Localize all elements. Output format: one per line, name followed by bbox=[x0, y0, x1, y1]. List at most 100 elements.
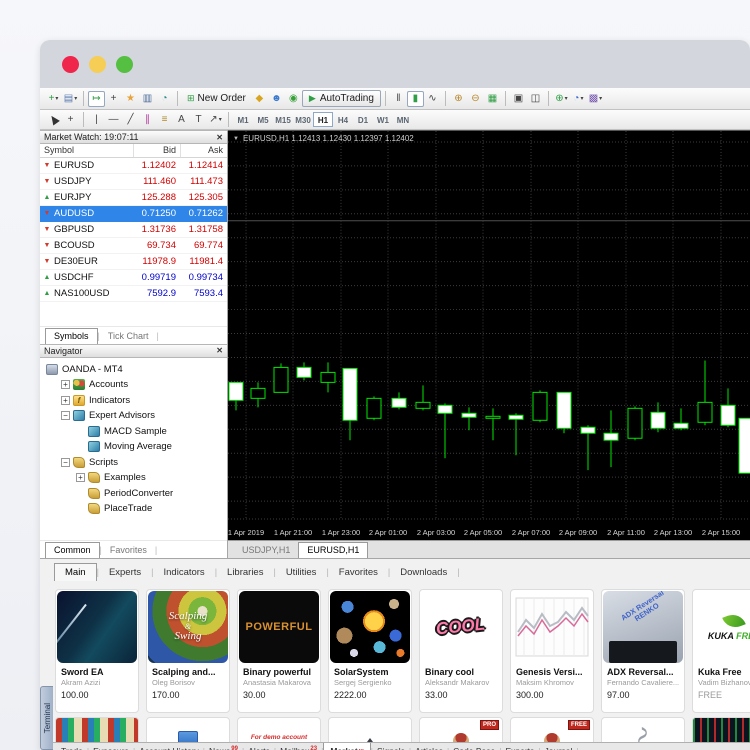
chart-tab-usdjpy-h1[interactable]: USDJPY,H1 bbox=[234, 543, 298, 558]
market-tab-indicators[interactable]: Indicators bbox=[154, 564, 215, 581]
dropdown-caret-icon[interactable]: ▾ bbox=[219, 117, 222, 123]
chart-dropdown-icon[interactable]: ▼ bbox=[233, 136, 239, 142]
symbol-row-nas100usd[interactable]: ▲NAS100USD7592.97593.4 bbox=[40, 286, 227, 302]
terminal-tab-market[interactable]: Market... bbox=[323, 743, 370, 750]
candlestick-chart-icon[interactable]: ▮ bbox=[407, 91, 424, 107]
tree-item-oanda-mt4[interactable]: OANDA - MT4 bbox=[40, 362, 227, 378]
strategy-tester-icon[interactable]: ◔ bbox=[156, 91, 173, 107]
minimize-button[interactable] bbox=[89, 56, 106, 73]
autotrading-button[interactable]: ▶AutoTrading bbox=[302, 90, 381, 107]
tree-item-examples[interactable]: +Examples bbox=[40, 470, 227, 486]
symbol-row-bcousd[interactable]: ▼BCOUSD69.73469.774 bbox=[40, 238, 227, 254]
product-card-kuka-free[interactable]: KUKA FREEKuka FreeVadim BizhanovFREE bbox=[692, 589, 750, 713]
tree-item-scripts[interactable]: −Scripts bbox=[40, 455, 227, 471]
templates-icon[interactable]: ▩▾ bbox=[587, 91, 604, 107]
close-icon[interactable]: ✕ bbox=[216, 133, 223, 142]
dropdown-caret-icon[interactable]: ▾ bbox=[55, 96, 58, 102]
terminal-tab-exposure[interactable]: Exposure bbox=[89, 743, 133, 750]
text-label-tool-icon[interactable]: T bbox=[190, 112, 207, 128]
market-tab-utilities[interactable]: Utilities bbox=[276, 564, 327, 581]
styles-bucket-icon[interactable]: ◆ bbox=[251, 91, 268, 107]
symbol-row-usdjpy[interactable]: ▼USDJPY111.460111.473 bbox=[40, 174, 227, 190]
timeframe-m30[interactable]: M30 bbox=[293, 112, 313, 127]
tree-item-macd-sample[interactable]: MACD Sample bbox=[40, 424, 227, 440]
symbol-row-audusd[interactable]: ▼AUDUSD0.712500.71262 bbox=[40, 206, 227, 222]
symbol-row-gbpusd[interactable]: ▼GBPUSD1.317361.31758 bbox=[40, 222, 227, 238]
tree-item-periodconverter[interactable]: PeriodConverter bbox=[40, 486, 227, 502]
fibonacci-tool-icon[interactable]: ≡ bbox=[156, 112, 173, 128]
close-icon[interactable]: ✕ bbox=[216, 346, 223, 355]
expand-icon[interactable]: + bbox=[61, 380, 70, 389]
tree-item-indicators[interactable]: +fIndicators bbox=[40, 393, 227, 409]
arrows-tool-icon[interactable]: ↗▾ bbox=[207, 112, 224, 128]
symbol-row-de30eur[interactable]: ▼DE30EUR11978.911981.4 bbox=[40, 254, 227, 270]
crosshair-mode-icon[interactable]: + bbox=[105, 91, 122, 107]
product-card-binary-cool[interactable]: COOLBinary coolAleksandr Makarov33.00 bbox=[419, 589, 503, 713]
symbol-row-usdchf[interactable]: ▲USDCHF0.997190.99734 bbox=[40, 270, 227, 286]
dropdown-caret-icon[interactable]: ▾ bbox=[599, 96, 602, 102]
close-button[interactable] bbox=[62, 56, 79, 73]
column-bid[interactable]: Bid bbox=[133, 144, 180, 157]
chart-window[interactable]: ▼ EURUSD,H1 1.12413 1.12430 1.12397 1.12… bbox=[228, 130, 750, 540]
text-tool-icon[interactable]: A bbox=[173, 112, 190, 128]
timeframe-m5[interactable]: M5 bbox=[253, 112, 273, 127]
periods-icon[interactable]: ◔▾ bbox=[570, 91, 587, 107]
line-chart-icon[interactable]: ∿ bbox=[424, 91, 441, 107]
timeframe-mn[interactable]: MN bbox=[393, 112, 413, 127]
tile-horizontal-icon[interactable]: ◫ bbox=[527, 91, 544, 107]
expand-icon[interactable]: + bbox=[76, 473, 85, 482]
dropdown-caret-icon[interactable]: ▾ bbox=[74, 96, 77, 102]
new-chart-icon[interactable]: +▾ bbox=[45, 91, 62, 107]
dropdown-caret-icon[interactable]: ▾ bbox=[580, 96, 583, 102]
candlestick-chart[interactable] bbox=[228, 131, 750, 540]
column-symbol[interactable]: Symbol bbox=[40, 144, 133, 157]
product-card-adx-reversal-[interactable]: ADX Reversal RENKOADX Reversal...Fernand… bbox=[601, 589, 685, 713]
terminal-tab-experts[interactable]: Experts bbox=[501, 743, 538, 750]
dropdown-caret-icon[interactable]: ▾ bbox=[565, 96, 568, 102]
crosshair-tool-icon[interactable]: + bbox=[62, 112, 79, 128]
chart-tab-eurusd-h1[interactable]: EURUSD,H1 bbox=[298, 542, 368, 558]
collapse-icon[interactable]: − bbox=[61, 458, 70, 467]
tree-item-expert-advisors[interactable]: −Expert Advisors bbox=[40, 408, 227, 424]
terminal-tab-alerts[interactable]: Alerts bbox=[244, 743, 274, 750]
terminal-tab-code-base[interactable]: Code Base bbox=[449, 743, 499, 750]
terminal-tab-trade[interactable]: Trade bbox=[57, 743, 87, 750]
cursor-tool-icon[interactable] bbox=[45, 112, 62, 128]
data-window-icon[interactable]: ▥ bbox=[139, 91, 156, 107]
product-card-genesis-versi-[interactable]: Genesis Versi...Maksim Khromov300.00 bbox=[510, 589, 594, 713]
timeframe-w1[interactable]: W1 bbox=[373, 112, 393, 127]
channel-tool-icon[interactable]: ∥ bbox=[139, 112, 156, 128]
community-user-icon[interactable]: ☻ bbox=[268, 91, 285, 107]
terminal-tab-journal[interactable]: Journal bbox=[541, 743, 577, 750]
product-card-binary-powerful[interactable]: POWERFULBinary powerfulAnastasia Makarov… bbox=[237, 589, 321, 713]
terminal-tab-account-history[interactable]: Account History bbox=[135, 743, 203, 750]
zoom-out-icon[interactable]: ⊖ bbox=[467, 91, 484, 107]
vertical-line-tool-icon[interactable]: | bbox=[88, 112, 105, 128]
terminal-side-tab[interactable]: Terminal bbox=[40, 686, 53, 750]
market-tab-libraries[interactable]: Libraries bbox=[217, 564, 273, 581]
product-card-solarsystem[interactable]: SolarSystemSergej Sergienko2222.00 bbox=[328, 589, 412, 713]
terminal-tab-news[interactable]: News99 bbox=[205, 743, 242, 750]
market-tab-main[interactable]: Main bbox=[54, 563, 97, 581]
expand-icon[interactable]: + bbox=[61, 396, 70, 405]
profiles-icon[interactable]: ▤▾ bbox=[62, 91, 79, 107]
timeframe-h4[interactable]: H4 bbox=[333, 112, 353, 127]
terminal-tab-articles[interactable]: Articles bbox=[411, 743, 447, 750]
tree-item-accounts[interactable]: +Accounts bbox=[40, 377, 227, 393]
zoom-button[interactable] bbox=[116, 56, 133, 73]
tab-symbols[interactable]: Symbols bbox=[45, 328, 98, 344]
timeframe-d1[interactable]: D1 bbox=[353, 112, 373, 127]
column-ask[interactable]: Ask bbox=[180, 144, 227, 157]
window-titlebar[interactable] bbox=[40, 40, 750, 88]
zoom-in-icon[interactable]: ⊕ bbox=[450, 91, 467, 107]
terminal-tab-signals[interactable]: Signals bbox=[373, 743, 409, 750]
symbol-row-eurusd[interactable]: ▼EURUSD1.124021.12414 bbox=[40, 158, 227, 174]
notifications-icon[interactable]: ◉ bbox=[285, 91, 302, 107]
add-indicator-icon[interactable]: ⊕▾ bbox=[553, 91, 570, 107]
trendline-tool-icon[interactable]: ╱ bbox=[122, 112, 139, 128]
chart-shift-icon[interactable]: ↦ bbox=[88, 91, 105, 107]
symbol-row-eurjpy[interactable]: ▲EURJPY125.288125.305 bbox=[40, 190, 227, 206]
favorites-icon[interactable]: ★ bbox=[122, 91, 139, 107]
tree-item-moving-average[interactable]: Moving Average bbox=[40, 439, 227, 455]
market-tab-experts[interactable]: Experts bbox=[99, 564, 151, 581]
